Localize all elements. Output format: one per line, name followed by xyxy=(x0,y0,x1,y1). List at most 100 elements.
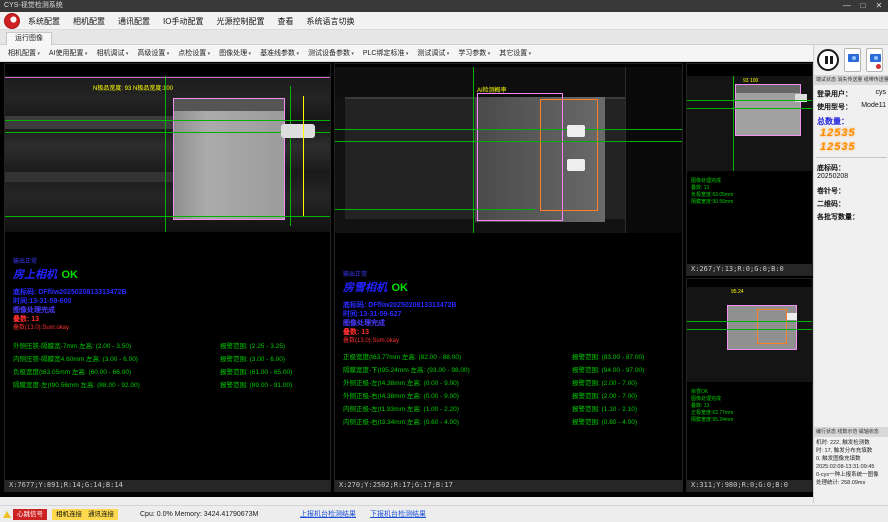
alarm-range: 报警范围: (3.00 - 6.00) xyxy=(220,353,324,366)
maximize-button[interactable]: □ xyxy=(856,0,870,12)
measure-vline-green xyxy=(165,76,166,232)
minimize-button[interactable]: — xyxy=(840,0,854,12)
measurement-text: 内侧正极-右(t3.34mm 左高: (0.60 - 4.00) xyxy=(343,416,572,429)
log-line: 隔膜宽度:90.56mm xyxy=(691,199,733,206)
stack-region-overlay xyxy=(173,98,285,220)
measurement-text: 隔膜宽度-下(t95.24mm 左高: (93.00 - 98.00) xyxy=(343,364,572,377)
bright-object xyxy=(567,125,585,137)
toolbar-spot-check[interactable]: 点检设置 xyxy=(178,48,210,58)
menu-item-system-config[interactable]: 系统配置 xyxy=(28,16,60,27)
right-result-title: 房雪相机 OK xyxy=(343,278,676,296)
login-user-label: 登录用户： xyxy=(817,89,852,99)
measurement-text: 外侧正极-右(t4.38mm 左高: (0.00 - 9.00) xyxy=(343,390,572,403)
log-line: 叠数: 13 xyxy=(691,185,733,192)
measure-vline-yellow xyxy=(303,96,304,216)
right-output-note: 输出正常 xyxy=(343,269,676,278)
alarm-range: 报警范围: (2.00 - 7.00) xyxy=(572,377,676,390)
toolbar-camera-config[interactable]: 相机配置 xyxy=(8,48,40,58)
menu-item-language[interactable]: 系统语言切换 xyxy=(306,16,354,27)
comm-connection-status: 通讯连接 xyxy=(88,509,114,520)
camera-connection-status: 相机连接 xyxy=(56,509,82,520)
right-process-status: 图像处理完成 xyxy=(343,319,676,328)
sidebar-divider xyxy=(816,157,887,158)
stack-top-band xyxy=(736,85,800,93)
measurement-row: 隔膜宽度-下(t95.24mm 左高: (93.00 - 98.00) 报警范围… xyxy=(343,364,676,377)
toolbar-advanced[interactable]: 高级设置 xyxy=(137,48,169,58)
log-line: 正极宽度:63.77mm xyxy=(691,410,733,417)
menu-item-io-manual[interactable]: IO手动配置 xyxy=(163,16,203,27)
left-camera-image[interactable]: N极品宽度: 93 N极品宽度:100 xyxy=(5,76,330,232)
log-line: 隔膜宽度:95.24mm xyxy=(691,417,733,424)
tab-run-image[interactable]: 运行图像 xyxy=(6,32,52,45)
right-camera-image[interactable]: AI检测概率 xyxy=(335,67,682,233)
log-line: 叠数: 13 xyxy=(691,403,733,410)
roll-needle-label: 卷针号： xyxy=(817,186,845,196)
toolbar-other-settings[interactable]: 其它设置 xyxy=(499,48,531,58)
close-button[interactable]: ✕ xyxy=(872,0,886,12)
small-camera-image-top[interactable]: 93 100 xyxy=(687,76,812,171)
width-overlay-label: N极品宽度: 93 N极品宽度:100 xyxy=(93,83,173,92)
left-time: 时间:13-31-59-600 xyxy=(13,297,324,306)
toolbar-baseline-params[interactable]: 基准线参数 xyxy=(260,48,299,58)
upload-result-link[interactable]: 上报机台检测结果 xyxy=(300,509,356,520)
measure-line-green xyxy=(687,108,812,109)
menu-item-light-control[interactable]: 光源控制配置 xyxy=(216,16,264,27)
menu-item-comm-config[interactable]: 通讯配置 xyxy=(118,16,150,27)
measure-line-green xyxy=(5,216,330,217)
machine-band xyxy=(5,172,173,182)
status-bar: 心跳信号 相机连接 通讯连接 Cpu: 0.0% Memory: 3424.41… xyxy=(0,505,888,522)
report-links: 上报机台检测结果 下报机台检测结果 xyxy=(300,509,426,520)
toolbar-test-device-params[interactable]: 测试设备参数 xyxy=(308,48,354,58)
sidebar-buttons xyxy=(817,48,883,72)
camera-settings-button[interactable] xyxy=(866,48,883,72)
small-camera-image-bottom[interactable]: 95.24 xyxy=(687,287,812,382)
stack-top-band xyxy=(174,99,284,111)
menu-item-camera-config[interactable]: 相机配置 xyxy=(73,16,105,27)
toolbar-learn-params[interactable]: 学习参数 xyxy=(458,48,490,58)
toolbar-plc-binding[interactable]: PLC绑定标准 xyxy=(363,48,409,58)
cpu-memory-status: Cpu: 0.0% Memory: 3424.41790673M xyxy=(140,509,258,520)
notification-badge xyxy=(876,64,881,69)
stats-header: 编行状态 线数示范 磁轴状态 xyxy=(814,427,888,437)
measurement-text: 内侧正极-左(t1.93mm 左高: (1.00 - 2.20) xyxy=(343,403,572,416)
alarm-range: 报警范围: (1.10 - 2.10) xyxy=(572,403,676,416)
small-panel-log-top: 图像处理完成 叠数: 13 负极宽度:63.05mm 隔膜宽度:90.56mm xyxy=(691,178,733,206)
total-count-value-2: 12535 xyxy=(820,141,856,153)
toolbar-image-process[interactable]: 图像处理 xyxy=(219,48,251,58)
batch-write-label: 各批写数量： xyxy=(817,212,859,222)
alarm-range: 报警范围: (83.00 - 87.00) xyxy=(572,351,676,364)
measurement-row: 外侧正极-右(t4.38mm 左高: (0.00 - 9.00) 报警范围: (… xyxy=(343,390,676,403)
left-pixel-coordinate-bar: X:7677;Y:891;R:14;G:14;B:14 xyxy=(5,480,330,491)
bright-object xyxy=(281,124,315,138)
pause-button[interactable] xyxy=(817,49,839,71)
warning-icon xyxy=(3,511,11,518)
toolbar-ai-config[interactable]: AI使用配置 xyxy=(49,48,88,58)
left-camera-name: 房上相机 xyxy=(13,269,57,281)
right-stack-count-detail: 叠数(13.0):Sum:okay xyxy=(343,337,676,345)
camera-capture-button[interactable] xyxy=(844,48,861,72)
log-line: 房雪OK xyxy=(691,389,733,396)
menu-item-view[interactable]: 查看 xyxy=(277,16,293,27)
small-camera-panel-top: 93 100 图像处理完成 叠数: 13 负极宽度:63.05mm 隔膜宽度:9… xyxy=(686,63,813,276)
small-camera-panel-bottom: 95.24 房雪OK 图像处理完成 叠数: 13 正极宽度:63.77mm 隔膜… xyxy=(686,278,813,492)
toolbar-camera-debug[interactable]: 相机调试 xyxy=(96,48,128,58)
window-title: CYS-视觉检测系统 xyxy=(4,2,63,9)
stat-line: 0-cys一种上报系统一图像 xyxy=(816,471,888,479)
measurement-row: 内侧正极-右(t3.34mm 左高: (0.60 - 4.00) 报警范围: (… xyxy=(343,416,676,429)
right-result-block: 输出正常 房雪相机 OK 底标码: DFfliw2025020813313472… xyxy=(343,269,676,429)
alarm-range: 报警范围: (61.00 - 65.00) xyxy=(220,366,324,379)
alarm-range: 报警范围: (89.00 - 91.00) xyxy=(220,379,324,392)
log-line: 图像处理完成 xyxy=(691,396,733,403)
download-result-link[interactable]: 下报机台检测结果 xyxy=(370,509,426,520)
left-stack-count-detail: 叠数(13.0):Sum:okay xyxy=(13,324,324,332)
measurement-row: 内侧压铁-隔膜宽4.60mm 左高: (3.00 - 6.00) 报警范围: (… xyxy=(13,353,324,366)
left-output-note: 输出正常 xyxy=(13,256,324,265)
roll-needle-row: 卷针号： xyxy=(817,186,886,196)
model-row: 使用型号： Mode11 xyxy=(817,102,886,112)
app-window: CYS-视觉检测系统 — □ ✕ 系统配置 相机配置 通讯配置 IO手动配置 光… xyxy=(0,0,888,522)
toolbar-test-debug[interactable]: 测试调试 xyxy=(417,48,449,58)
measurement-row: 外侧正极-左(t4.38mm 左高: (0.00 - 9.00) 报警范围: (… xyxy=(343,377,676,390)
connection-indicators: 相机连接 通讯连接 xyxy=(52,509,118,520)
camera-lens-icon xyxy=(874,56,878,60)
batch-code-value: 20250208 xyxy=(817,173,848,180)
